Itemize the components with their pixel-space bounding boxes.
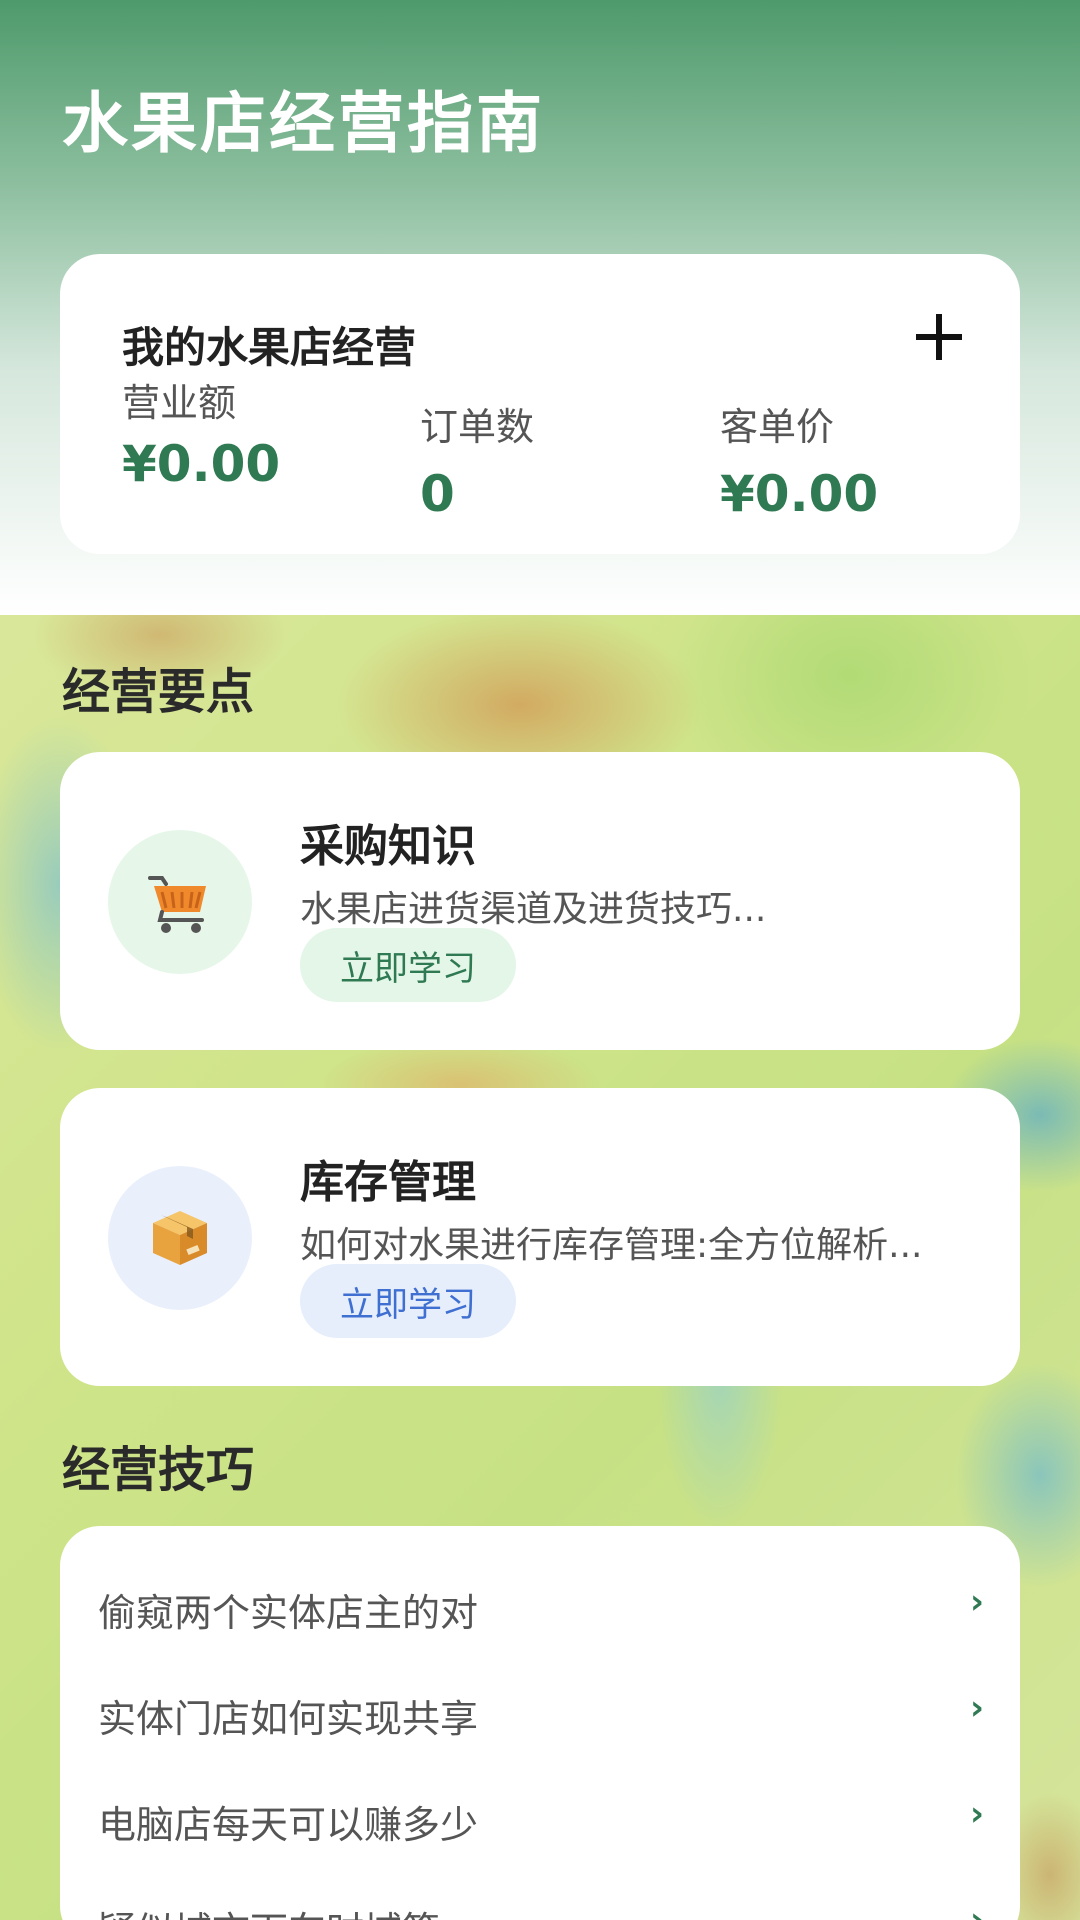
- page-title: 水果店经营指南: [62, 85, 545, 162]
- stats-card-title: 我的水果店经营: [122, 323, 417, 372]
- feature-icon-circle: [108, 830, 252, 974]
- stat-value: ¥0.00: [122, 435, 281, 493]
- chevron-right-icon: ›: [969, 1688, 984, 1728]
- list-item[interactable]: 偷窥两个实体店主的对 ›: [60, 1552, 1020, 1658]
- stat-orders: 订单数 0: [420, 396, 534, 523]
- feature-icon-circle: [108, 1166, 252, 1310]
- feature-card-inventory[interactable]: 库存管理 如何对水果进行库存管理:全方位解析... 立即学习: [60, 1088, 1020, 1386]
- feature-name: 库存管理: [300, 1157, 476, 1208]
- shopping-cart-icon: [148, 876, 206, 933]
- stat-label: 客单价: [720, 405, 835, 449]
- tips-list: 偷窥两个实体店主的对 › 实体门店如何实现共享 › 电脑店每天可以赚多少 › 疑…: [60, 1526, 1020, 1920]
- tip-label: 疑似城市下车时域策: [98, 1900, 440, 1920]
- stat-value: 0: [420, 465, 455, 523]
- stat-revenue: 营业额 ¥0.00: [122, 372, 280, 493]
- learn-now-button[interactable]: 立即学习: [300, 1264, 516, 1338]
- feature-description: 水果店进货渠道及进货技巧...: [300, 889, 767, 930]
- chevron-right-icon: ›: [969, 1582, 984, 1622]
- feature-description: 如何对水果进行库存管理:全方位解析...: [300, 1225, 923, 1266]
- section-title-key-points: 经营要点: [62, 664, 255, 720]
- package-box-icon: [153, 1211, 207, 1265]
- stats-card: 我的水果店经营 营业额 ¥0.00 订单数 0 客单价 ¥0.00: [60, 254, 1020, 554]
- list-item[interactable]: 疑似城市下车时域策 ›: [60, 1870, 1020, 1920]
- section-title-tips: 经营技巧: [62, 1442, 255, 1498]
- stat-avg-order-value: 客单价 ¥0.00: [720, 396, 878, 523]
- chevron-right-icon: ›: [969, 1794, 984, 1834]
- stat-label: 营业额: [122, 381, 237, 425]
- tip-label: 偷窥两个实体店主的对: [98, 1591, 479, 1635]
- stat-value: ¥0.00: [720, 465, 879, 523]
- list-item[interactable]: 实体门店如何实现共享 ›: [60, 1658, 1020, 1764]
- feature-name: 采购知识: [300, 821, 476, 872]
- plus-icon[interactable]: [914, 312, 964, 362]
- tip-label: 电脑店每天可以赚多少: [98, 1803, 479, 1847]
- stat-label: 订单数: [420, 405, 535, 449]
- learn-now-button[interactable]: 立即学习: [300, 928, 516, 1002]
- tip-label: 实体门店如何实现共享: [98, 1697, 479, 1741]
- list-item[interactable]: 电脑店每天可以赚多少 ›: [60, 1764, 1020, 1870]
- feature-card-purchasing[interactable]: 采购知识 水果店进货渠道及进货技巧... 立即学习: [60, 752, 1020, 1050]
- chevron-right-icon: ›: [969, 1900, 984, 1920]
